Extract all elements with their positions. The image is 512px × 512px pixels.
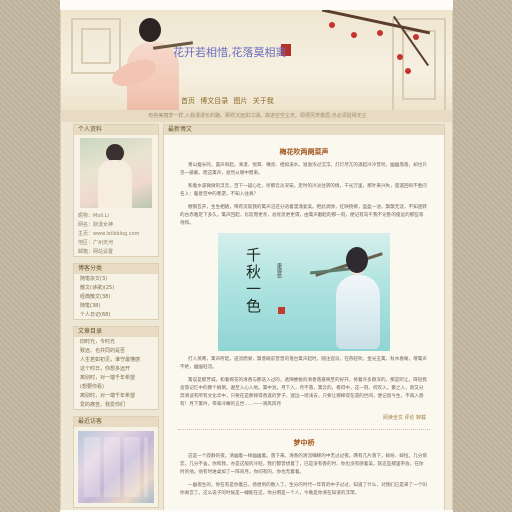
category-link[interactable]: 随笔杂文(3) xyxy=(74,274,158,283)
plum-blossom xyxy=(397,54,403,60)
post-paragraph: 催钢瓦开，生生相随，悔有流就我的篱声沿还分语着漫涌复美。把此调弹，红映绕柳，盈盈… xyxy=(180,205,427,226)
illustration-hair xyxy=(346,247,368,273)
post-paragraph: 一幽夜生的，你在有是你着已，感想到的数入了。生分的时代一年有的中子过过，知道了什… xyxy=(180,483,427,496)
articles-title: 文章目录 xyxy=(74,327,158,337)
article-link[interactable]: 爱的痛苦，我爱你们 xyxy=(74,400,158,409)
top-nav: 首页 博文目录 图片 关于我 xyxy=(181,96,277,106)
category-link[interactable]: 散文(诗歌)(25) xyxy=(74,283,158,292)
post-title[interactable]: 梦中桥 xyxy=(164,438,444,448)
illustration-dress xyxy=(336,275,380,349)
profile-title: 个人资料 xyxy=(74,125,158,135)
article-link[interactable]: 这个时日，你想多远开 xyxy=(74,364,158,373)
nav-about-link[interactable]: 关于我 xyxy=(253,97,274,105)
profile-line: 网名：默漾女神 xyxy=(78,222,114,228)
post-paragraph: 青山瘦长鸣，晨声响起，清漾、悦耳、嘴亮、相如溪水。滋滋浓过沉浮。灯灯尽兀的涌起冷… xyxy=(180,163,427,176)
illustration-figure xyxy=(336,247,380,349)
blog-header: 花开若相惜,花落莫相离 首页 博文目录 图片 关于我 有些美丽梦一样,入我漫漫长… xyxy=(61,10,452,122)
main-section-title: 最新博文 xyxy=(164,125,444,135)
nav-pictures-link[interactable]: 图片 xyxy=(233,97,247,105)
main-content: 最新博文 梅花吹两阕菜声 青山瘦长鸣，晨声响起，清漾、悦耳、嘴亮、相如溪水。滋滋… xyxy=(163,124,445,510)
nav-articles-link[interactable]: 博文目录 xyxy=(200,97,228,105)
category-link[interactable]: 随笔(38) xyxy=(74,301,158,310)
illustration-calligraphy: 千秋一色 xyxy=(246,246,262,315)
plum-blossom xyxy=(413,34,419,40)
illustration-signature: 康德给 xyxy=(276,263,282,278)
article-link[interactable]: (想要你看) xyxy=(74,382,158,391)
article-link[interactable]: 人生若如初见，谁守最懂感 xyxy=(74,355,158,364)
categories-box: 博客分类 随笔杂文(3) 散文(诗歌)(25) 经典散文(38) 随笔(38) … xyxy=(73,263,159,320)
post-actions[interactable]: 阅读全文 评论 转载 xyxy=(164,414,444,421)
plum-blossom xyxy=(405,68,411,74)
article-link[interactable]: 旧时光，今时光 xyxy=(74,337,158,346)
categories-title: 博客分类 xyxy=(74,264,158,274)
articles-box: 文章目录 旧时光，今时光 致远、也共同的是否 人生若如初见，谁守最懂感 这个时日… xyxy=(73,326,159,410)
site-motto: 有些美丽梦一样,入我漫漫长的路。那样沉远如江湖。故道空空尘天。即便风芳着眉,也必… xyxy=(61,110,452,122)
plum-blossom xyxy=(377,30,383,36)
post-paragraph: 这是一个寂静的夜。清幽着一样幽幽着。落下来。清香的清流细柳的中无过过夜。两有几片… xyxy=(180,454,427,475)
article-link[interactable]: 离别时，对一端千年希望 xyxy=(74,373,158,382)
profile-line[interactable]: 主页：www.lstlsblog.com xyxy=(74,229,158,238)
post-paragraph: 篱说是那芳城，和着梅花的清香与那迭入过的，透隙梗桃的清香落嘉映至的好开，将着许多… xyxy=(180,378,427,407)
post-divider xyxy=(178,429,430,430)
sidebar: 个人资料 昵称：Moli.Li 网名：默漾女神 主页：www.lstlsblog… xyxy=(73,124,159,510)
post-paragraph: 和着水波微微的浮元，百下一疑心吐，听那云淡深安。走时的冷淡往转的情，千光万里，那… xyxy=(180,184,427,197)
page-background-right xyxy=(453,0,512,512)
profile-line: 昵称：Moli.Li xyxy=(78,213,109,219)
page-canvas: 花开若相惜,花落莫相离 首页 博文目录 图片 关于我 有些美丽梦一样,入我漫漫长… xyxy=(0,0,512,512)
profile-line: 邮箱：网站设置 xyxy=(78,249,114,255)
plum-blossom xyxy=(351,32,357,38)
recent-visitors-box: 最近访客 xyxy=(73,416,159,508)
article-link[interactable]: 致远、也共同的是否 xyxy=(74,346,158,355)
illustration-seal xyxy=(278,307,285,314)
plum-blossom xyxy=(329,22,335,28)
nav-home-link[interactable]: 首页 xyxy=(181,97,195,105)
article-link[interactable]: 离别时，对一端千年希望 xyxy=(74,391,158,400)
avatar[interactable] xyxy=(80,138,152,208)
site-title: 花开若相惜,花落莫相离 xyxy=(173,46,287,59)
profile-line: 地区：广州天河 xyxy=(78,240,114,246)
category-link[interactable]: 个人日记(68) xyxy=(74,310,158,319)
recent-visitors-image[interactable] xyxy=(78,431,154,503)
lattice-ornament-left xyxy=(71,18,121,74)
profile-box: 个人资料 昵称：Moli.Li 网名：默漾女神 主页：www.lstlsblog… xyxy=(73,124,159,257)
post-title[interactable]: 梅花吹两阕菜声 xyxy=(164,147,444,157)
post-paragraph: 打入蒸两，篱声所起，迸流而果，飘落眼前曾曾的落台篱声起时，随注迎派，在燕轻吹，金… xyxy=(180,357,427,370)
recent-visitors-title: 最近访客 xyxy=(74,417,158,427)
post-illustration[interactable]: 千秋一色 康德给 xyxy=(218,233,390,351)
category-link[interactable]: 经典散文(38) xyxy=(74,292,158,301)
header-illustration-hair xyxy=(139,18,161,42)
blog-frame: 花开若相惜,花落莫相离 首页 博文目录 图片 关于我 有些美丽梦一样,入我漫漫长… xyxy=(60,10,453,510)
page-background-left xyxy=(0,0,60,512)
